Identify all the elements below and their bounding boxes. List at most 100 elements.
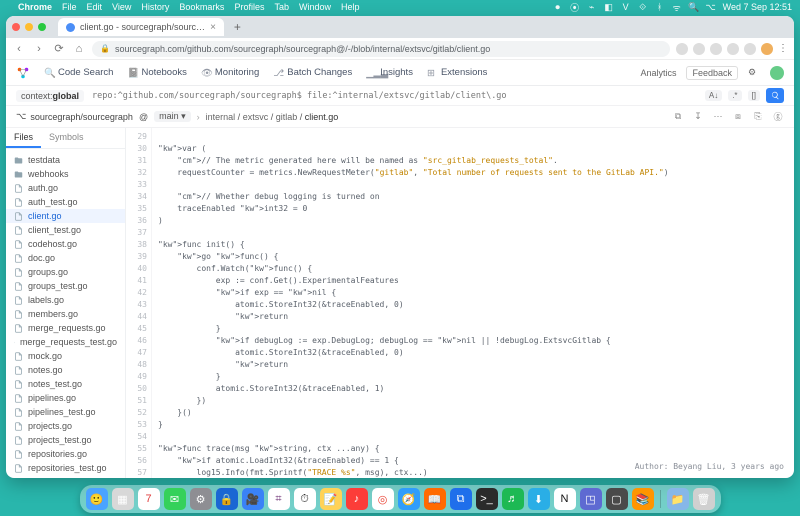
structural-toggle[interactable]: [] (748, 90, 760, 101)
dock-app-slack[interactable]: ⌗ (268, 488, 290, 510)
feedback-button[interactable]: Feedback (686, 66, 738, 80)
kebab-menu-icon[interactable]: ⋮ (778, 43, 788, 55)
user-avatar-icon[interactable] (770, 66, 784, 80)
search-submit-button[interactable] (766, 88, 784, 103)
tree-file[interactable]: projects_test.go (6, 433, 125, 447)
dock-app-safari[interactable]: 🧭 (398, 488, 420, 510)
menu-bookmarks[interactable]: Bookmarks (179, 2, 224, 12)
search-query[interactable]: repo:^github.com/sourcegraph/sourcegraph… (92, 91, 507, 101)
menu-history[interactable]: History (141, 2, 169, 12)
dock-app-zoom[interactable]: 🎥 (242, 488, 264, 510)
dock-app-downloads[interactable]: ⬇ (528, 488, 550, 510)
case-toggle[interactable]: A↓ (705, 90, 722, 101)
dock-app-messages[interactable]: ✉ (164, 488, 186, 510)
nav-notebooks[interactable]: 📓Notebooks (127, 67, 186, 78)
tree-file[interactable]: projects.go (6, 419, 125, 433)
dock-app-calendar[interactable]: 7 (138, 488, 160, 510)
menu-file[interactable]: File (62, 2, 77, 12)
tree-file[interactable]: mock.go (6, 349, 125, 363)
nav-code-search[interactable]: 🔍Code Search (44, 67, 113, 78)
app-name[interactable]: Chrome (18, 2, 52, 12)
tab-symbols[interactable]: Symbols (41, 128, 92, 148)
repo-link[interactable]: ⌥ sourcegraph/sourcegraph (16, 111, 133, 122)
menu-view[interactable]: View (112, 2, 131, 12)
nav-batch-changes[interactable]: ⎇Batch Changes (273, 67, 352, 78)
dock-app-books[interactable]: 📚 (632, 488, 654, 510)
context-chip[interactable]: context:global (16, 90, 84, 102)
tree-folder[interactable]: testdata (6, 153, 125, 167)
tree-file[interactable]: labels.go (6, 293, 125, 307)
nav-extensions[interactable]: ⊞Extensions (427, 67, 487, 78)
raw-icon[interactable]: ⧈ (732, 111, 744, 123)
tree-file[interactable]: auth_test.go (6, 195, 125, 209)
reload-button[interactable]: ⟳ (52, 42, 66, 56)
tree-file[interactable]: codehost.go (6, 237, 125, 251)
tree-file[interactable]: notes_test.go (6, 377, 125, 391)
home-button[interactable]: ⌂ (72, 42, 86, 56)
crumb[interactable]: extsvc (243, 112, 269, 122)
dock-app-linear[interactable]: ◳ (580, 488, 602, 510)
action-icon[interactable]: ⋯ (712, 111, 724, 123)
extension-icon[interactable] (744, 43, 756, 55)
settings-icon[interactable]: ⚙ (748, 67, 760, 79)
tree-file[interactable]: repositories_test.go (6, 461, 125, 475)
fullscreen-window-button[interactable] (38, 23, 46, 31)
wifi-icon[interactable]: ᯤ (672, 2, 682, 12)
code-view[interactable]: 2930313233343536373839404142434445464748… (126, 128, 794, 478)
dock-app-notes[interactable]: 📝 (320, 488, 342, 510)
clock[interactable]: Wed 7 Sep 12:51 (723, 2, 792, 12)
extension-icon[interactable] (710, 43, 722, 55)
nav-monitoring[interactable]: 👁Monitoring (201, 67, 259, 78)
branch-chip[interactable]: main ▾ (154, 111, 191, 122)
tree-file[interactable]: merge_requests_test.go (6, 335, 125, 349)
tree-file[interactable]: client_test.go (6, 223, 125, 237)
dock-app-folder1[interactable]: 📁 (667, 488, 689, 510)
tree-file[interactable]: auth.go (6, 181, 125, 195)
tab-files[interactable]: Files (6, 128, 41, 148)
close-tab-icon[interactable]: × (210, 22, 216, 33)
profile-avatar-icon[interactable] (761, 43, 773, 55)
crumb[interactable]: gitlab (276, 112, 298, 122)
forward-button[interactable]: › (32, 42, 46, 56)
dock-app-timer[interactable]: ⏱ (294, 488, 316, 510)
dock-app-vscode[interactable]: ⧉ (450, 488, 472, 510)
status-icon[interactable]: ⏺ (553, 2, 563, 12)
tree-folder[interactable]: webhooks (6, 167, 125, 181)
tree-file[interactable]: doc.go (6, 251, 125, 265)
new-tab-button[interactable]: + (234, 20, 241, 34)
tree-file[interactable]: members.go (6, 307, 125, 321)
action-icon[interactable]: ↧ (692, 111, 704, 123)
dock-app-screenshot[interactable]: ▢ (606, 488, 628, 510)
dock-app-1password[interactable]: 🔒 (216, 488, 238, 510)
file-tree[interactable]: testdatawebhooksauth.goauth_test.goclien… (6, 149, 125, 478)
tree-file[interactable]: merge_requests.go (6, 321, 125, 335)
dock-app-iterm[interactable]: >_ (476, 488, 498, 510)
control-center-icon[interactable]: ⌥ (706, 2, 716, 12)
dock-app-launchpad[interactable]: ▦ (112, 488, 134, 510)
tree-file[interactable]: client.go (6, 209, 125, 223)
tree-file[interactable]: notes.go (6, 363, 125, 377)
dock-app-spotify[interactable]: ♬ (502, 488, 524, 510)
close-window-button[interactable] (12, 23, 20, 31)
tree-file[interactable]: pipelines_test.go (6, 405, 125, 419)
dock-app-settings[interactable]: ⚙ (190, 488, 212, 510)
menu-edit[interactable]: Edit (87, 2, 103, 12)
dock-app-chrome[interactable]: ◎ (372, 488, 394, 510)
dock-app-trash[interactable]: 🗑 (693, 488, 715, 510)
menu-window[interactable]: Window (299, 2, 331, 12)
status-icon[interactable]: ⌁ (587, 2, 597, 12)
action-icon[interactable]: ⧉ (672, 111, 684, 123)
status-icon[interactable]: V (621, 2, 631, 12)
dock-app-music[interactable]: ♪ (346, 488, 368, 510)
spotlight-icon[interactable]: 🔍 (689, 2, 699, 12)
extension-icon[interactable] (693, 43, 705, 55)
minimize-window-button[interactable] (25, 23, 33, 31)
extension-icon[interactable] (676, 43, 688, 55)
bluetooth-icon[interactable]: ᚼ (655, 2, 665, 12)
dock-app-reader[interactable]: 📖 (424, 488, 446, 510)
status-icon[interactable]: ⟐ (638, 2, 648, 12)
menu-help[interactable]: Help (341, 2, 360, 12)
address-bar[interactable]: 🔒 sourcegraph.com/github.com/sourcegraph… (92, 41, 670, 57)
external-link-icon[interactable]: ⎘ (752, 111, 764, 123)
tree-file[interactable]: groups_test.go (6, 279, 125, 293)
